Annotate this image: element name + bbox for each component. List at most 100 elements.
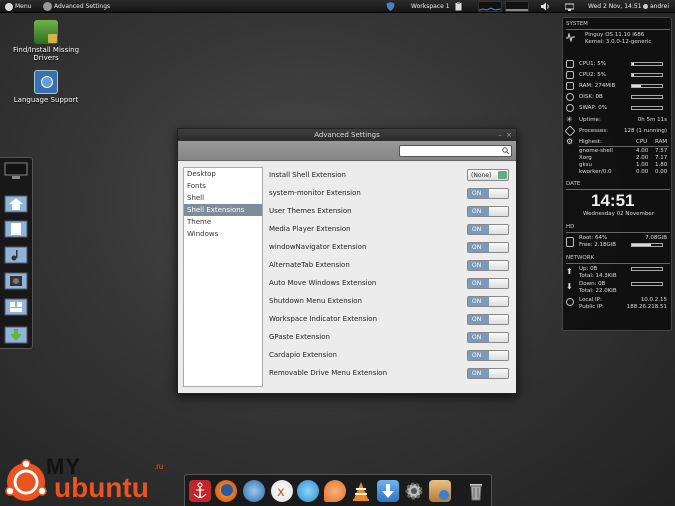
- proc-name: gksu: [579, 162, 593, 168]
- empathy-chat-icon[interactable]: [297, 480, 319, 502]
- proc-ram: 1.80: [655, 162, 668, 168]
- extension-row: Removable Drive Menu Extension ON: [269, 365, 514, 383]
- free-space: Free: 2.18GiB: [579, 242, 617, 248]
- shield-icon[interactable]: [386, 2, 395, 13]
- language-flag-icon: [34, 70, 58, 94]
- settings-gear-icon[interactable]: [403, 480, 425, 502]
- gnome-foot-icon: [5, 2, 13, 11]
- processes-icon: [564, 125, 576, 137]
- pictures-folder-icon[interactable]: [4, 270, 28, 290]
- ram-icon: [566, 82, 574, 90]
- extension-row: windowNavigator Extension ON: [269, 239, 514, 257]
- toggle-state: ON: [468, 351, 489, 360]
- sidebar-item-fonts[interactable]: Fonts: [184, 180, 262, 192]
- cpu1-bar-fill: [632, 63, 634, 65]
- clock[interactable]: Wed 2 Nov, 14:51: [585, 0, 645, 13]
- install-extension-combo[interactable]: (None): [467, 169, 509, 181]
- sidebar-item-windows[interactable]: Windows: [184, 228, 262, 240]
- extension-name: Cardapio Extension: [269, 351, 337, 359]
- extension-toggle[interactable]: ON: [467, 260, 509, 271]
- down-graph: [631, 282, 663, 286]
- pidgin-bird-icon[interactable]: [324, 480, 346, 502]
- window-body: Desktop Fonts Shell Shell Extensions The…: [178, 162, 516, 393]
- music-folder-icon[interactable]: [4, 244, 28, 264]
- extension-toggle[interactable]: ON: [467, 224, 509, 235]
- extension-toggle[interactable]: ON: [467, 296, 509, 307]
- extension-toggle[interactable]: ON: [467, 278, 509, 289]
- anchor-icon[interactable]: [189, 480, 211, 502]
- desktop-icon-drivers[interactable]: Find/Install Missing Drivers: [6, 20, 86, 62]
- sidebar-item-desktop[interactable]: Desktop: [184, 168, 262, 180]
- window-toolbar: [178, 141, 516, 161]
- extension-toggle[interactable]: ON: [467, 368, 509, 379]
- minimize-button[interactable]: –: [498, 131, 502, 139]
- workspace-indicator[interactable]: Workspace 1: [408, 0, 453, 13]
- extension-name: Media Player Extension: [269, 225, 351, 233]
- window-titlebar[interactable]: Advanced Settings – ×: [178, 129, 516, 141]
- proc-cpu: 4.00: [636, 148, 649, 154]
- trash-icon[interactable]: [465, 480, 487, 502]
- divider: [566, 232, 670, 233]
- close-button[interactable]: ×: [506, 131, 512, 139]
- gear-icon: [43, 2, 52, 11]
- home-folder-icon[interactable]: [4, 193, 28, 213]
- extension-toggle[interactable]: ON: [467, 314, 509, 325]
- toggle-knob: [489, 279, 508, 288]
- proc-name: kworker/0:0: [579, 169, 612, 175]
- extension-toggle[interactable]: ON: [467, 350, 509, 361]
- firefox-icon[interactable]: [215, 480, 237, 502]
- app-menu[interactable]: Advanced Settings: [40, 0, 113, 13]
- pidgin-chat-icon[interactable]: x: [271, 480, 293, 502]
- computer-icon[interactable]: [4, 162, 28, 182]
- extension-toggle[interactable]: ON: [467, 206, 509, 217]
- sidebar-item-shell-extensions[interactable]: Shell Extensions: [184, 204, 262, 216]
- toggle-state: ON: [468, 243, 489, 252]
- documents-folder-icon[interactable]: [4, 218, 28, 238]
- cpu-icon: [566, 71, 574, 79]
- cpu2-bar: [631, 73, 663, 77]
- extension-toggle[interactable]: ON: [467, 242, 509, 253]
- user-menu[interactable]: andrei: [640, 0, 672, 13]
- package-icon[interactable]: [429, 480, 451, 502]
- thunderbird-icon[interactable]: [243, 480, 265, 502]
- desktop-icon-label: Find/Install Missing Drivers: [12, 46, 80, 62]
- vlc-icon[interactable]: [350, 480, 372, 502]
- extension-name: Auto Move Windows Extension: [269, 279, 377, 287]
- sidebar-item-theme[interactable]: Theme: [184, 216, 262, 228]
- clipboard-icon[interactable]: [455, 2, 462, 13]
- toggle-knob: [489, 225, 508, 234]
- sidebar-item-shell[interactable]: Shell: [184, 192, 262, 204]
- cpu-graph[interactable]: [478, 1, 502, 12]
- left-dock: [0, 157, 33, 349]
- up-speed: Up: 0B: [579, 266, 598, 272]
- downloads-folder-icon[interactable]: [4, 324, 28, 344]
- toggle-state: ON: [468, 189, 489, 198]
- extension-row: Media Player Extension ON: [269, 221, 514, 239]
- templates-folder-icon[interactable]: [4, 296, 28, 316]
- desktop-icon-language[interactable]: Language Support: [6, 70, 86, 104]
- down-speed: Down: 0B: [579, 281, 606, 287]
- download-icon[interactable]: [377, 480, 399, 502]
- toggle-knob: [489, 189, 508, 198]
- extension-row: AlternateTab Extension ON: [269, 257, 514, 275]
- user-status-icon: [643, 4, 648, 9]
- pulse-icon: [566, 32, 575, 43]
- memory-graph[interactable]: [505, 1, 529, 12]
- divider: [566, 189, 670, 190]
- uptime-label: Uptime:: [579, 117, 601, 123]
- volume-icon[interactable]: [541, 2, 550, 13]
- network-icon[interactable]: [564, 2, 575, 13]
- os-name: Pinguy OS 11.10 i686: [585, 32, 645, 38]
- menu-button[interactable]: Menu: [2, 0, 34, 13]
- extension-toggle[interactable]: ON: [467, 332, 509, 343]
- kernel-version: Kernel: 3.0.0-12-generic: [585, 39, 652, 45]
- toggle-state: ON: [468, 207, 489, 216]
- root-size: 7.08GiB: [645, 235, 667, 241]
- extension-name: GPaste Extension: [269, 333, 330, 341]
- extension-toggle[interactable]: ON: [467, 188, 509, 199]
- cpu2-bar-fill: [632, 74, 634, 76]
- watermark-tld: .ru: [154, 462, 164, 471]
- toggle-state: ON: [468, 225, 489, 234]
- search-input[interactable]: [399, 145, 512, 157]
- extension-name: User Themes Extension: [269, 207, 352, 215]
